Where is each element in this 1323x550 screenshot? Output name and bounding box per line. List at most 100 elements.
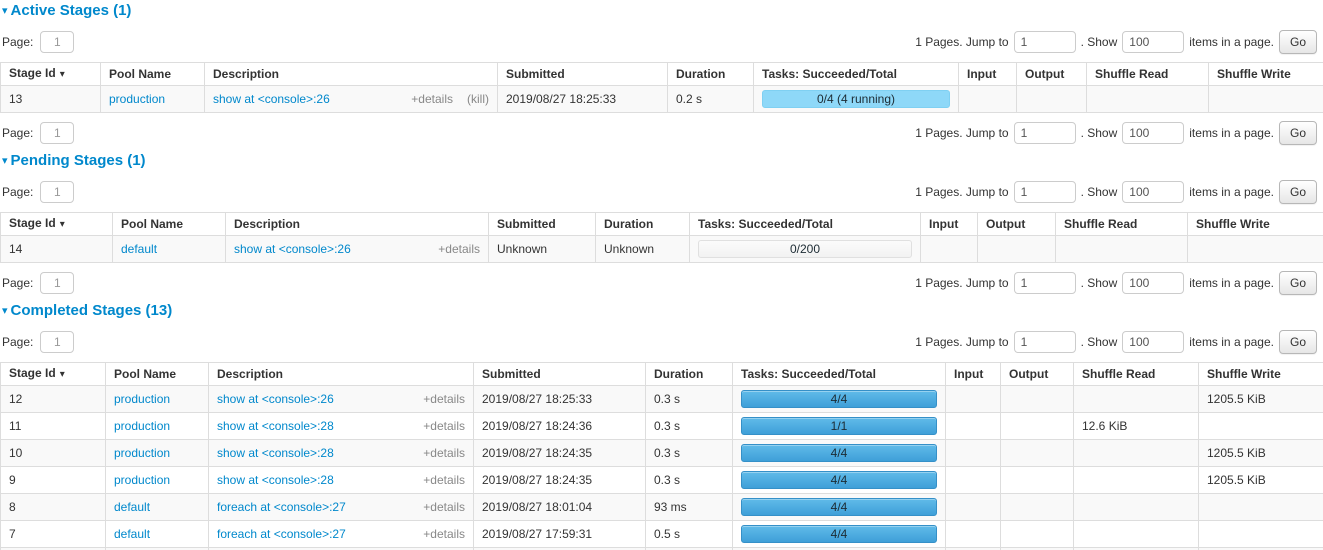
- column-header-tasks[interactable]: Tasks: Succeeded/Total: [754, 63, 959, 86]
- go-button[interactable]: Go: [1279, 180, 1317, 204]
- pool-name-link[interactable]: production: [114, 419, 170, 433]
- jump-to-input[interactable]: [1014, 181, 1076, 203]
- collapse-arrow-icon: ▾: [2, 305, 8, 317]
- column-header-shuffle-write[interactable]: Shuffle Write: [1209, 63, 1323, 86]
- column-header-pool-name[interactable]: Pool Name: [101, 63, 205, 86]
- column-header-stage-id[interactable]: Stage Id▾: [1, 363, 106, 386]
- column-header-pool-name[interactable]: Pool Name: [113, 213, 226, 236]
- jump-to-input[interactable]: [1014, 272, 1076, 294]
- details-toggle[interactable]: +details: [423, 500, 465, 514]
- column-header-input[interactable]: Input: [959, 63, 1017, 86]
- tasks-cell: 4/4: [733, 386, 946, 413]
- column-header-stage-id[interactable]: Stage Id▾: [1, 213, 113, 236]
- column-header-description[interactable]: Description: [209, 363, 474, 386]
- go-button[interactable]: Go: [1279, 121, 1317, 145]
- input-cell: [946, 521, 1001, 548]
- column-header-shuffle-write[interactable]: Shuffle Write: [1188, 213, 1323, 236]
- column-header-shuffle-write[interactable]: Shuffle Write: [1199, 363, 1323, 386]
- kill-link[interactable]: (kill): [467, 92, 489, 106]
- go-button[interactable]: Go: [1279, 271, 1317, 295]
- pool-name-link[interactable]: default: [114, 500, 150, 514]
- jump-to-input[interactable]: [1014, 122, 1076, 144]
- page-number-input[interactable]: [40, 122, 74, 144]
- page-number-input[interactable]: [40, 181, 74, 203]
- page-number-input[interactable]: [40, 272, 74, 294]
- detail-links-group: +details: [423, 447, 465, 460]
- column-header-pool-name[interactable]: Pool Name: [106, 363, 209, 386]
- column-header-input[interactable]: Input: [921, 213, 978, 236]
- stage-description-link[interactable]: foreach at <console>:27: [217, 500, 346, 514]
- pool-name-link[interactable]: default: [121, 242, 157, 256]
- column-header-description[interactable]: Description: [205, 63, 498, 86]
- details-toggle[interactable]: +details: [438, 242, 480, 256]
- tasks-cell: 4/4: [733, 467, 946, 494]
- pages-count-text: 1 Pages. Jump to: [915, 35, 1008, 49]
- column-header-submitted[interactable]: Submitted: [474, 363, 646, 386]
- stage-description-link[interactable]: show at <console>:26: [234, 242, 351, 256]
- stage-description-link[interactable]: foreach at <console>:27: [217, 527, 346, 541]
- stage-id-cell: 12: [1, 386, 106, 413]
- column-header-submitted[interactable]: Submitted: [489, 213, 596, 236]
- duration-cell: 0.2 s: [668, 86, 754, 113]
- input-cell: [946, 386, 1001, 413]
- pool-name-link[interactable]: default: [114, 527, 150, 541]
- column-header-tasks[interactable]: Tasks: Succeeded/Total: [733, 363, 946, 386]
- details-toggle[interactable]: +details: [423, 446, 465, 460]
- column-header-duration[interactable]: Duration: [596, 213, 690, 236]
- section-title-link[interactable]: Pending Stages (1): [11, 152, 146, 169]
- details-toggle[interactable]: +details: [423, 473, 465, 487]
- stage-description-link[interactable]: show at <console>:28: [217, 446, 334, 460]
- show-count-input[interactable]: [1122, 181, 1184, 203]
- column-header-submitted[interactable]: Submitted: [498, 63, 668, 86]
- column-header-stage-id[interactable]: Stage Id▾: [1, 63, 101, 86]
- pool-name-link[interactable]: production: [114, 446, 170, 460]
- jump-to-input[interactable]: [1014, 31, 1076, 53]
- shuffle-read-cell: [1074, 521, 1199, 548]
- detail-links-group: +details: [423, 528, 465, 541]
- stage-id-cell: 13: [1, 86, 101, 113]
- column-header-shuffle-read[interactable]: Shuffle Read: [1074, 363, 1199, 386]
- details-toggle[interactable]: +details: [423, 527, 465, 541]
- show-count-input[interactable]: [1122, 272, 1184, 294]
- output-cell: [1017, 86, 1087, 113]
- jump-to-input[interactable]: [1014, 331, 1076, 353]
- description-cell: +details show at <console>:26: [209, 386, 474, 413]
- column-header-output[interactable]: Output: [1017, 63, 1087, 86]
- submitted-cell: 2019/08/27 18:24:36: [474, 413, 646, 440]
- shuffle-read-cell: [1074, 440, 1199, 467]
- section-title-link[interactable]: Completed Stages (13): [11, 302, 173, 319]
- stage-description-link[interactable]: show at <console>:26: [217, 392, 334, 406]
- submitted-cell: 2019/08/27 18:25:33: [474, 386, 646, 413]
- column-header-output[interactable]: Output: [978, 213, 1056, 236]
- go-button[interactable]: Go: [1279, 30, 1317, 54]
- details-toggle[interactable]: +details: [423, 392, 465, 406]
- page-label: Page:: [2, 185, 33, 199]
- details-toggle[interactable]: +details: [423, 419, 465, 433]
- pool-name-link[interactable]: production: [109, 92, 165, 106]
- column-header-duration[interactable]: Duration: [668, 63, 754, 86]
- pool-name-link[interactable]: production: [114, 392, 170, 406]
- show-count-input[interactable]: [1122, 31, 1184, 53]
- page-number-input[interactable]: [40, 331, 74, 353]
- pool-name-link[interactable]: production: [114, 473, 170, 487]
- section-title-link[interactable]: Active Stages (1): [11, 2, 132, 19]
- go-button[interactable]: Go: [1279, 330, 1317, 354]
- stage-row: 8default+detailsforeach at <console>:272…: [1, 494, 1323, 521]
- stage-description-link[interactable]: show at <console>:28: [217, 419, 334, 433]
- stage-description-link[interactable]: show at <console>:28: [217, 473, 334, 487]
- stage-description-link[interactable]: show at <console>:26: [213, 92, 330, 106]
- column-header-label: Submitted: [506, 67, 565, 81]
- column-header-description[interactable]: Description: [226, 213, 489, 236]
- page-label: Page:: [2, 335, 33, 349]
- column-header-tasks[interactable]: Tasks: Succeeded/Total: [690, 213, 921, 236]
- column-header-input[interactable]: Input: [946, 363, 1001, 386]
- column-header-duration[interactable]: Duration: [646, 363, 733, 386]
- details-toggle[interactable]: +details: [411, 92, 453, 106]
- page-number-input[interactable]: [40, 31, 74, 53]
- show-count-input[interactable]: [1122, 331, 1184, 353]
- column-header-shuffle-read[interactable]: Shuffle Read: [1056, 213, 1188, 236]
- column-header-shuffle-read[interactable]: Shuffle Read: [1087, 63, 1209, 86]
- show-count-input[interactable]: [1122, 122, 1184, 144]
- column-header-output[interactable]: Output: [1001, 363, 1074, 386]
- duration-cell: 0.5 s: [646, 521, 733, 548]
